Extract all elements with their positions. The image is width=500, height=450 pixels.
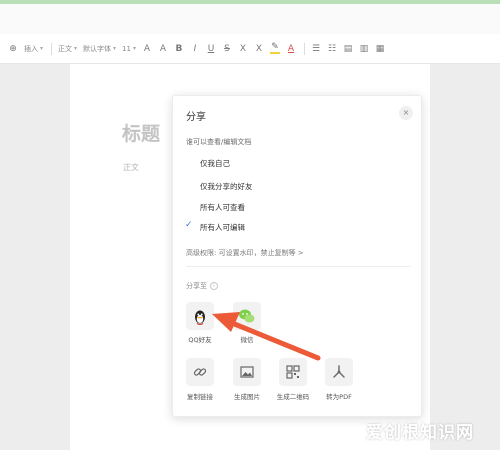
link-icon xyxy=(193,368,207,376)
insert-label: 插入 xyxy=(24,44,38,53)
font-label: 默认字体 xyxy=(83,44,112,53)
chevron-down-icon: ▾ xyxy=(132,45,136,52)
qrcode-icon xyxy=(286,365,300,379)
close-icon[interactable]: × xyxy=(399,106,413,120)
chevron-down-icon: ▾ xyxy=(113,45,117,52)
divider xyxy=(186,266,411,267)
image-icon xyxy=(240,366,254,378)
watermark: 爱创根知识网 xyxy=(366,423,474,443)
copy-link-label: 复制链接 xyxy=(187,393,213,401)
pdf-icon xyxy=(333,365,345,378)
option-only-me[interactable]: 仅我自己 xyxy=(200,158,230,169)
bold-icon[interactable]: B xyxy=(174,44,184,54)
chevron-down-icon: ▾ xyxy=(74,45,78,52)
align-right-icon[interactable]: ▦ xyxy=(375,44,385,54)
font-increase-icon[interactable]: A xyxy=(142,44,152,54)
convert-pdf-button[interactable] xyxy=(325,358,353,386)
qq-share-button[interactable] xyxy=(186,302,214,330)
qq-icon xyxy=(195,310,205,325)
share-to-label: 分享至 i xyxy=(186,281,218,291)
dialog-title: 分享 xyxy=(186,112,206,123)
share-dialog: 分享 × 谁可以查看/编辑文档 仅我自己 仅我分享的好友 所有人可查看 ✓ 所有… xyxy=(172,95,422,417)
italic-icon[interactable]: I xyxy=(190,44,200,54)
underline-icon[interactable]: U xyxy=(206,44,216,54)
align-center-icon[interactable]: ▥ xyxy=(359,44,369,54)
size-label: 11 xyxy=(122,44,131,53)
advanced-permission-link[interactable]: 高级权限: 可设置水印，禁止复制等 > xyxy=(186,248,304,258)
font-decrease-icon[interactable]: A xyxy=(158,44,168,54)
chevron-down-icon: ▾ xyxy=(40,45,44,52)
option-anyone-edit[interactable]: 所有人可编辑 xyxy=(200,222,245,233)
numbered-list-icon[interactable]: ☷ xyxy=(327,44,337,54)
list-icon[interactable]: ☰ xyxy=(311,44,321,54)
wechat-share-button[interactable] xyxy=(233,302,261,330)
option-shared-friends[interactable]: 仅我分享的好友 xyxy=(200,181,253,192)
info-icon: i xyxy=(210,282,218,290)
insert-button[interactable]: 插入 ▾ xyxy=(24,44,43,54)
toolbar-divider xyxy=(51,42,53,55)
check-icon: ✓ xyxy=(185,220,193,230)
title-area xyxy=(0,4,500,34)
font-select[interactable]: 默认字体 ▾ xyxy=(83,44,116,54)
permission-label: 谁可以查看/编辑文档 xyxy=(186,138,252,146)
option-anyone-view[interactable]: 所有人可查看 xyxy=(200,202,245,213)
style-label: 正文 xyxy=(58,44,73,53)
subscript-icon[interactable]: X xyxy=(238,44,248,54)
size-select[interactable]: 11 ▾ xyxy=(122,45,136,53)
document-title[interactable]: 标题 xyxy=(122,119,160,146)
generate-image-button[interactable] xyxy=(233,358,261,386)
share-to-text: 分享至 xyxy=(186,282,207,290)
copy-link-button[interactable] xyxy=(186,358,214,386)
superscript-icon[interactable]: X xyxy=(254,44,264,54)
generate-qrcode-button[interactable] xyxy=(279,358,307,386)
wechat-icon xyxy=(239,309,255,323)
align-left-icon[interactable]: ▤ xyxy=(343,44,353,54)
convert-pdf-label: 转为PDF xyxy=(326,393,352,401)
undo-icon[interactable]: ⊕ xyxy=(8,44,18,54)
generate-image-label: 生成图片 xyxy=(234,393,260,401)
generate-qrcode-label: 生成二维码 xyxy=(276,393,310,401)
document-body[interactable]: 正文 xyxy=(123,162,139,173)
wechat-share-label: 微信 xyxy=(240,336,254,344)
qq-share-label: QQ好友 xyxy=(188,336,212,344)
font-color-icon[interactable]: A xyxy=(286,44,296,54)
strikethrough-icon[interactable]: S xyxy=(222,44,232,54)
format-toolbar: ⊕ 插入 ▾ 正文 ▾ 默认字体 ▾ 11 ▾ A A B I U S X X ✎ A … xyxy=(0,34,500,64)
style-select[interactable]: 正文 ▾ xyxy=(58,44,77,54)
highlight-icon[interactable]: ✎ xyxy=(269,43,280,54)
toolbar-divider xyxy=(303,42,305,55)
